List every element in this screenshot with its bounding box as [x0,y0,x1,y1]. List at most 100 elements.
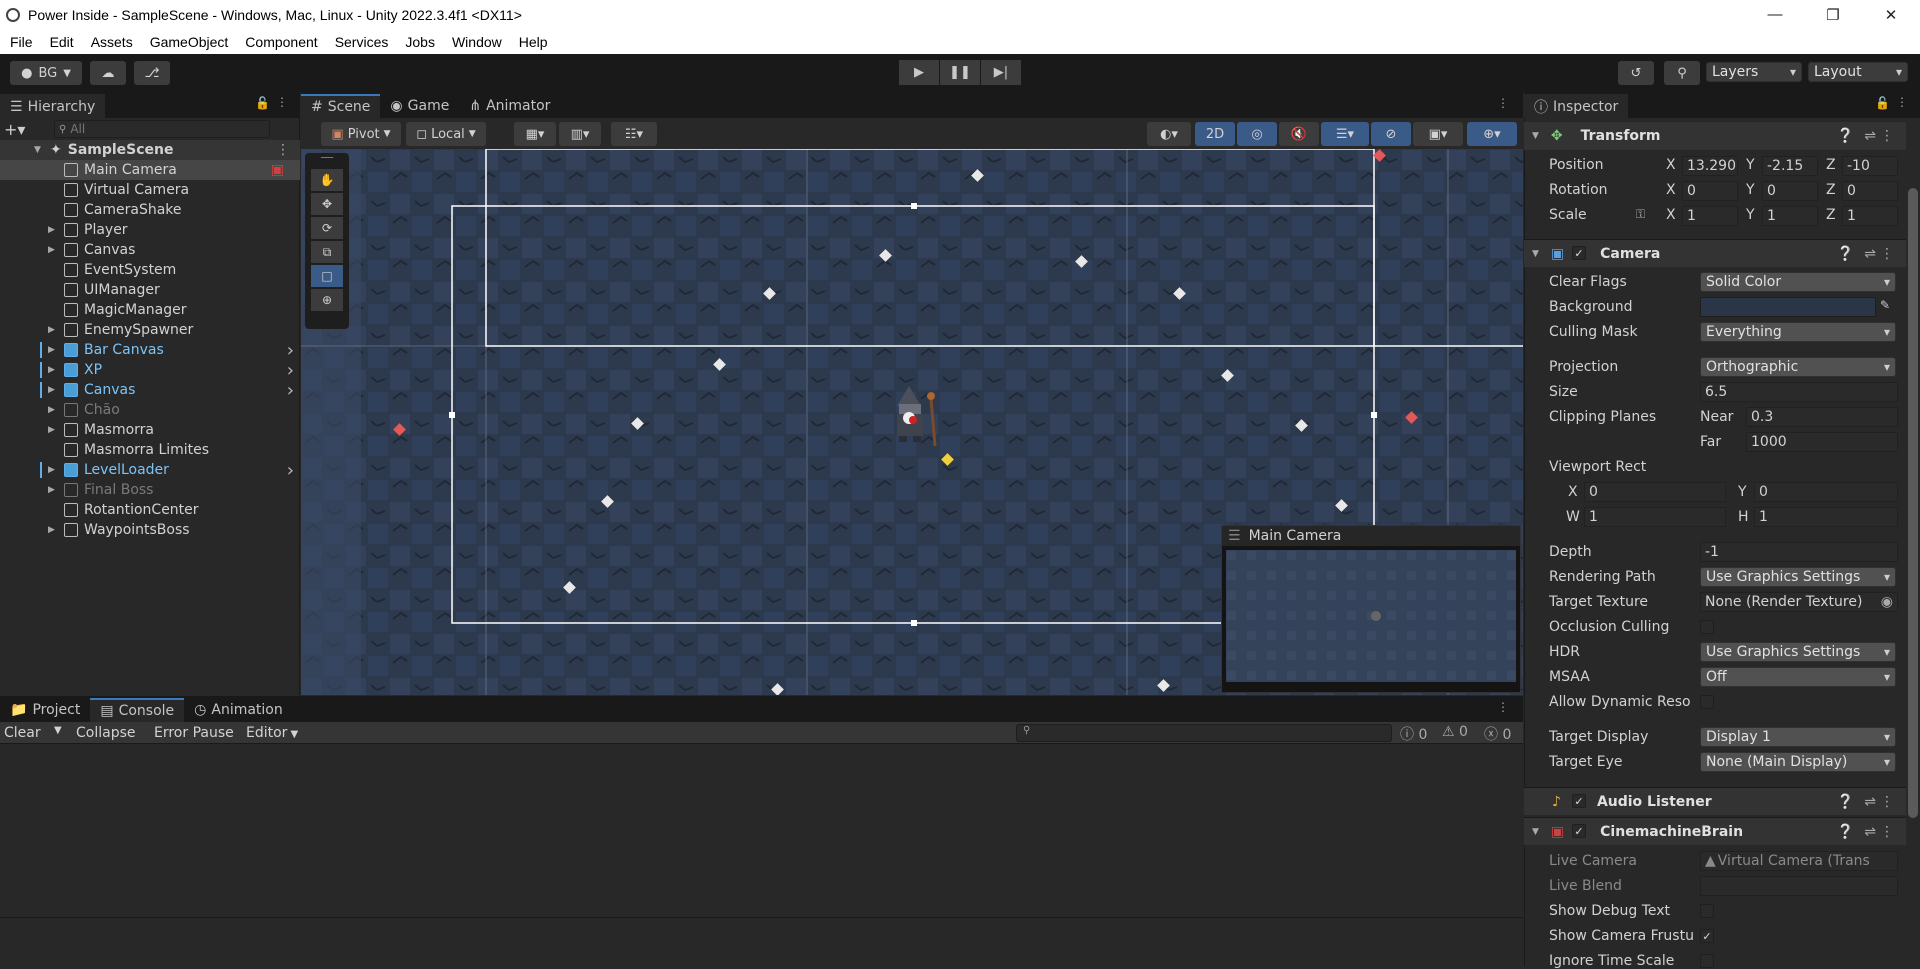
hierarchy-item[interactable]: CameraShake [0,200,300,220]
hierarchy-item[interactable]: Masmorra Limites [0,440,300,460]
expand-arrow-icon[interactable]: ▶ [48,525,58,535]
hierarchy-search[interactable]: ⚲ All [54,120,270,138]
collapse-button[interactable]: Collapse [76,725,136,741]
log-count-toggle[interactable]: ⓘ 0 [1400,724,1427,744]
camera-settings-button[interactable]: ▣▾ [1413,122,1463,146]
menu-help[interactable]: Help [510,34,556,50]
expand-arrow-icon[interactable]: ▶ [48,385,58,395]
more-menu-icon[interactable]: ⋮ [276,142,290,158]
preset-icon[interactable]: ⇌ [1864,794,1876,810]
rect-tool-button[interactable]: □ [311,265,343,287]
hierarchy-item[interactable]: ▶ Player [0,220,300,240]
visibility-button[interactable]: ⊘ [1371,122,1411,146]
viewport-w-field[interactable]: 1 [1584,507,1726,527]
prefab-open-icon[interactable]: › [287,360,294,381]
inspector-scrollbar[interactable] [1908,188,1918,818]
help-icon[interactable]: ❔ [1837,246,1854,262]
prefab-open-icon[interactable]: › [287,340,294,361]
menu-file[interactable]: File [1,34,41,50]
expand-arrow-icon[interactable]: ▶ [48,465,58,475]
near-field[interactable]: 0.3 [1746,407,1898,427]
position-x-field[interactable]: 13.290 [1682,156,1738,176]
more-menu-icon[interactable]: ⋮ [1880,128,1894,144]
preset-icon[interactable]: ⇌ [1864,246,1876,262]
error-count-toggle[interactable]: ⓧ 0 [1484,724,1511,744]
overlay-drag-handle[interactable]: ── [305,153,349,167]
viewport-x-field[interactable]: 0 [1584,482,1726,502]
scene-root[interactable]: ▼ ✦ SampleScene ⋮ [0,140,300,160]
hierarchy-item[interactable]: Virtual Camera [0,180,300,200]
tab-game[interactable]: ◉ Game [380,94,459,118]
draw-mode-button[interactable]: ◐▾ [1147,122,1191,146]
camera-header[interactable]: ▼ ▣ ✓ Camera ❔ ⇌ ⋮ [1524,239,1906,267]
viewport-h-field[interactable]: 1 [1754,507,1898,527]
menu-component[interactable]: Component [236,34,325,50]
transform-header[interactable]: ▼ ✥ Transform ❔ ⇌ ⋮ [1524,122,1906,150]
hierarchy-item[interactable]: ▶ Masmorra [0,420,300,440]
play-button[interactable]: ▶ [899,60,939,85]
audio-listener-header[interactable]: ♪ ✓ Audio Listener ❔ ⇌ ⋮ [1524,787,1906,815]
help-icon[interactable]: ❔ [1837,794,1854,810]
msaa-dropdown[interactable]: Off [1700,667,1896,687]
hierarchy-item[interactable]: MagicManager [0,300,300,320]
hierarchy-item[interactable]: EventSystem [0,260,300,280]
background-color-swatch[interactable] [1700,297,1876,317]
hierarchy-item[interactable]: ▶ EnemySpawner [0,320,300,340]
more-menu-icon[interactable]: ⋮ [1880,794,1894,810]
close-window-button[interactable]: ✕ [1862,0,1920,29]
target-texture-field[interactable]: None (Render Texture) ◉ [1700,592,1898,612]
tab-hierarchy[interactable]: ☰ Hierarchy [0,94,106,118]
move-tool-button[interactable]: ✥ [311,193,343,215]
camera-enabled-checkbox[interactable]: ✓ [1572,246,1586,260]
hdr-dropdown[interactable]: Use Graphics Settings [1700,642,1896,662]
drag-handle-icon[interactable]: ☰ [1228,528,1241,544]
clear-button[interactable]: Clear [4,725,41,741]
hierarchy-item[interactable]: Main Camera ▣ [0,160,300,180]
expand-arrow-icon[interactable]: ▶ [48,405,58,415]
tab-scene[interactable]: # Scene [301,94,381,118]
hierarchy-item[interactable]: ▶ Final Boss [0,480,300,500]
undo-history-button[interactable]: ↺ [1618,61,1654,85]
hierarchy-item[interactable]: ▶ Canvas [0,240,300,260]
expand-arrow-icon[interactable]: ▶ [48,325,58,335]
more-menu-icon[interactable]: ⋮ [1880,246,1894,262]
hierarchy-item[interactable]: ▶ Canvas › [0,380,300,401]
projection-dropdown[interactable]: Orthographic [1700,357,1896,377]
layers-dropdown[interactable]: Layers [1706,62,1802,82]
expand-arrow-icon[interactable]: ▶ [48,345,58,355]
clear-options-dropdown[interactable]: ▼ [54,725,62,736]
console-search[interactable]: ⚲ [1016,724,1392,742]
scale-x-field[interactable]: 1 [1682,206,1738,226]
grid-snap-button[interactable]: ▦▾ [514,122,556,146]
audio-button[interactable]: 🔇 [1279,122,1319,146]
lock-icon[interactable]: 🔓 [255,96,270,110]
lighting-button[interactable]: ◎ [1237,122,1277,146]
hierarchy-item[interactable]: ▶ XP › [0,360,300,381]
transform-tool-button[interactable]: ⊕ [311,289,343,311]
depth-field[interactable]: -1 [1700,542,1898,562]
expand-arrow-icon[interactable]: ▶ [48,365,58,375]
eyedropper-icon[interactable]: ✎ [1880,298,1890,312]
help-icon[interactable]: ❔ [1837,128,1854,144]
hierarchy-item[interactable]: UIManager [0,280,300,300]
hand-tool-button[interactable]: ✋ [311,169,343,191]
scale-y-field[interactable]: 1 [1762,206,1818,226]
rotation-y-field[interactable]: 0 [1762,181,1818,201]
culling-mask-dropdown[interactable]: Everything [1700,322,1896,342]
step-button[interactable]: ▶| [981,60,1021,85]
more-menu-icon[interactable]: ⋮ [1880,824,1894,840]
more-menu-icon[interactable]: ⋮ [276,95,288,109]
menu-assets[interactable]: Assets [82,34,141,50]
tab-inspector[interactable]: ⓘ Inspector [1524,94,1629,118]
increment-snap-button[interactable]: ▥▾ [559,122,601,146]
pause-button[interactable]: ❚❚ [940,60,980,85]
expand-arrow-icon[interactable]: ▶ [48,425,58,435]
tab-animator[interactable]: ⋔ Animator [459,94,560,118]
effects-button[interactable]: ☰▾ [1321,122,1369,146]
expand-arrow-icon[interactable]: ▶ [48,485,58,495]
position-y-field[interactable]: -2.15 [1762,156,1818,176]
local-dropdown[interactable]: ◻ Local ▼ [406,122,486,146]
menu-services[interactable]: Services [326,34,397,50]
more-menu-icon[interactable]: ⋮ [1497,700,1509,714]
editor-dropdown[interactable]: Editor ▼ [246,725,298,741]
